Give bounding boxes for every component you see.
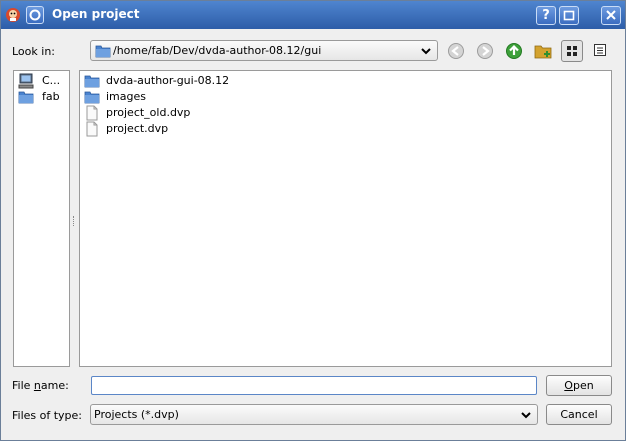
icon-view-button[interactable]	[561, 40, 583, 62]
list-view-icon	[594, 44, 606, 56]
window-menu-icon	[29, 9, 41, 21]
folder-icon	[18, 91, 34, 104]
close-button[interactable]	[601, 6, 621, 25]
file-name: project.dvp	[106, 122, 169, 135]
chevron-down-icon	[421, 48, 431, 55]
new-folder-icon[interactable]	[533, 41, 553, 61]
look-in-label: Look in:	[12, 45, 55, 58]
file-name-input[interactable]	[91, 376, 537, 395]
folder-icon	[84, 91, 100, 104]
maximize-icon	[563, 10, 575, 21]
window-menu-button[interactable]	[26, 6, 44, 24]
folder-icon	[95, 45, 111, 58]
sidebar-panel[interactable]: C... fab	[13, 70, 70, 367]
parent-directory-icon[interactable]	[504, 41, 524, 61]
file-name: images	[106, 90, 146, 103]
files-of-type-combo[interactable]: Projects (*.dvp)	[90, 404, 538, 425]
grid-view-icon	[567, 46, 577, 56]
file-name: dvda-author-gui-08.12	[106, 74, 230, 87]
file-icon	[86, 105, 98, 121]
files-of-type-label: Files of type:	[12, 409, 83, 422]
cancel-button[interactable]: Cancel	[546, 404, 612, 425]
file-list-panel[interactable]: dvda-author-gui-08.12 images project_old…	[79, 70, 612, 367]
sidebar-item-label: fab	[42, 90, 60, 103]
computer-icon	[18, 73, 34, 89]
forward-icon[interactable]	[475, 41, 495, 61]
window-title: Open project	[52, 7, 140, 21]
look-in-path: /home/fab/Dev/dvda-author-08.12/gui	[113, 44, 322, 57]
app-icon[interactable]	[5, 7, 21, 23]
help-button[interactable]: ?	[536, 6, 556, 25]
help-icon: ?	[542, 8, 550, 23]
maximize-button[interactable]	[559, 6, 579, 25]
open-project-dialog: Open project ? Look in: /home/fab/Dev/dv…	[0, 0, 626, 441]
file-name: project_old.dvp	[106, 106, 191, 119]
file-name-label: File name:	[12, 379, 69, 392]
title-bar[interactable]: Open project ?	[1, 1, 625, 29]
open-button[interactable]: Open	[546, 375, 612, 396]
chevron-down-icon	[521, 412, 531, 419]
file-icon	[86, 121, 98, 137]
sidebar-item-label: C...	[42, 74, 61, 87]
close-icon	[606, 10, 616, 20]
detail-view-button[interactable]	[590, 40, 612, 62]
splitter-handle[interactable]	[73, 216, 75, 226]
look-in-combo[interactable]: /home/fab/Dev/dvda-author-08.12/gui	[90, 40, 438, 61]
files-of-type-value: Projects (*.dvp)	[94, 408, 179, 421]
back-icon[interactable]	[446, 41, 466, 61]
folder-icon	[84, 75, 100, 88]
